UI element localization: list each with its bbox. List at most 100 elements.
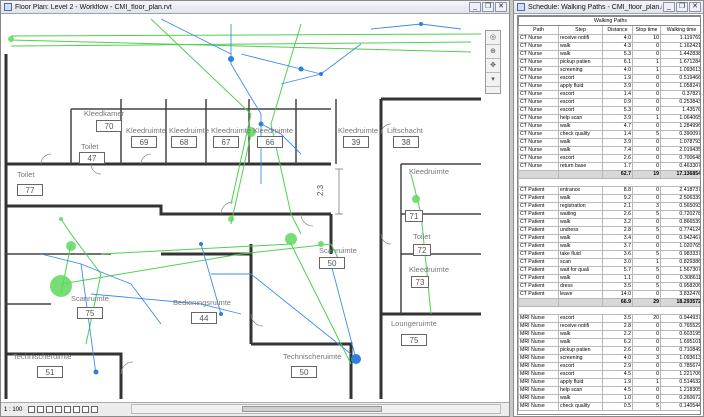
minimize-button[interactable]: _ (663, 1, 675, 12)
table-cell[interactable]: CT Patient (518, 266, 559, 275)
detail-level-icon[interactable] (28, 406, 36, 413)
table-cell[interactable]: 1 (632, 58, 661, 67)
table-cell[interactable]: CT Nurse (518, 162, 559, 171)
view-scale[interactable]: 1 : 100 (4, 407, 22, 413)
table-cell[interactable]: CT Nurse (518, 106, 559, 115)
table-cell[interactable]: 6.1 (602, 58, 633, 67)
table-row[interactable]: CT Nurse walk 4.3 0 1.162421 (518, 42, 700, 51)
table-cell[interactable]: CT Nurse (518, 154, 559, 163)
table-cell[interactable]: 0.140544 (659, 402, 700, 411)
table-cell[interactable]: escort (558, 314, 603, 323)
table-cell[interactable]: MRI Nurse (518, 362, 559, 371)
table-cell[interactable]: check quality (558, 402, 603, 411)
table-cell[interactable]: 1.43576 (659, 106, 700, 115)
table-cell[interactable]: pickup patien (558, 58, 603, 67)
table-cell[interactable]: 5 (632, 210, 661, 219)
table-cell[interactable]: 0.9 (602, 98, 633, 107)
table-cell[interactable]: 0 (632, 50, 661, 59)
table-cell[interactable]: escort (558, 154, 603, 163)
table-cell[interactable]: 3.7 (602, 242, 633, 251)
table-cell[interactable]: 2.506339 (659, 194, 700, 203)
table-cell[interactable]: 1.0 (602, 394, 633, 403)
table-cell[interactable]: 0.944937 (659, 314, 700, 323)
table-row[interactable]: CT Nurse help scan 3.9 1 1.064065 (518, 114, 700, 123)
table-cell[interactable]: MRI Nurse (518, 402, 559, 411)
table-cell[interactable]: take fluid (558, 250, 603, 259)
table-cell[interactable]: escort (558, 362, 603, 371)
table-row[interactable]: CT Patient wait for quali 5.7 5 1.567307 (518, 266, 700, 275)
table-cell[interactable]: 0 (632, 234, 661, 243)
table-cell[interactable]: 0.390097 (659, 130, 700, 139)
table-cell[interactable]: CT Patient (518, 194, 559, 203)
table-cell[interactable]: receive notifi (558, 34, 603, 43)
table-row[interactable]: MRI Nurse receive notifi 2.8 0 0.765529 (518, 322, 700, 331)
table-cell[interactable]: 0 (632, 146, 661, 155)
table-cell[interactable]: 5 (632, 250, 661, 259)
table-cell[interactable]: 0 (632, 98, 661, 107)
restore-button[interactable]: ❐ (482, 1, 494, 12)
table-cell[interactable]: 5.7 (602, 266, 633, 275)
restore-button[interactable]: ❐ (676, 1, 688, 12)
table-cell[interactable]: 1 (632, 258, 661, 267)
table-row[interactable]: CT Patient walk 1.1 0 0.308611 (518, 274, 700, 283)
table-cell[interactable]: 1.284996 (659, 122, 700, 131)
table-cell[interactable]: 1 (632, 114, 661, 123)
table-row[interactable]: CT Patient walk 9.2 0 2.506339 (518, 194, 700, 203)
table-row[interactable]: MRI Nurse escort 4.5 0 1.221706 (518, 370, 700, 379)
table-cell[interactable]: screening (558, 354, 603, 363)
table-cell[interactable]: 2.6 (602, 346, 633, 355)
table-row[interactable]: CT Patient entrance 8.8 0 2.418737 (518, 186, 700, 195)
table-cell[interactable]: 0.983337 (659, 250, 700, 259)
table-row[interactable]: CT Patient undress 2.8 5 0.774124 (518, 226, 700, 235)
table-row[interactable]: MRI Nurse escort 3.5 20 0.944937 (518, 314, 700, 323)
table-cell[interactable]: CT Nurse (518, 82, 559, 91)
table-cell[interactable]: 5 (632, 226, 661, 235)
table-cell[interactable]: 5 (632, 266, 661, 275)
table-cell[interactable]: CT Patient (518, 290, 559, 299)
table-cell[interactable]: MRI Nurse (518, 370, 559, 379)
table-cell[interactable]: 1.7 (602, 162, 633, 171)
table-cell[interactable]: CT Nurse (518, 66, 559, 75)
table-row[interactable]: CT Patient dress 3.5 5 0.958206 (518, 282, 700, 291)
table-row[interactable]: CT Nurse escort 0.9 0 0.253843 (518, 98, 700, 107)
zoom-icon[interactable]: ⊕ (486, 45, 500, 59)
table-cell[interactable]: 0.785674 (659, 362, 700, 371)
schedule-titlebar[interactable]: Schedule: Walking Paths - CMI_floor_plan… (514, 1, 703, 14)
table-cell[interactable]: help scan (558, 114, 603, 123)
table-cell[interactable]: pickup patien (558, 346, 603, 355)
table-row[interactable]: CT Patient walk 3.4 0 0.942467 (518, 234, 700, 243)
table-cell[interactable]: escort (558, 370, 603, 379)
table-cell[interactable]: return base (558, 162, 603, 171)
table-cell[interactable]: 0.260672 (659, 394, 700, 403)
table-cell[interactable]: 1.9 (602, 378, 633, 387)
table-cell[interactable]: 10 (632, 34, 661, 43)
table-cell[interactable]: 0.866539 (659, 218, 700, 227)
table-cell[interactable]: 2.2 (602, 330, 633, 339)
table-cell[interactable]: 3.0 (602, 258, 633, 267)
table-cell[interactable]: 3.5 (602, 314, 633, 323)
table-cell[interactable]: 1.671284 (659, 58, 700, 67)
table-cell[interactable]: 0 (632, 394, 661, 403)
table-cell[interactable]: CT Nurse (518, 58, 559, 67)
table-cell[interactable]: 0 (632, 346, 661, 355)
table-cell[interactable]: CT Patient (518, 258, 559, 267)
table-cell[interactable]: 7.4 (602, 146, 633, 155)
table-cell[interactable]: 6.2 (602, 338, 633, 347)
table-cell[interactable]: walk (558, 122, 603, 131)
table-cell[interactable]: 4.0 (602, 354, 633, 363)
table-cell[interactable]: 0 (632, 330, 661, 339)
table-cell[interactable]: 1.162421 (659, 42, 700, 51)
table-cell[interactable]: 0.958206 (659, 282, 700, 291)
pan-icon[interactable]: ✥ (486, 59, 500, 73)
table-cell[interactable]: 1.020765 (659, 242, 700, 251)
table-cell[interactable]: dress (558, 282, 603, 291)
table-cell[interactable]: 5.3 (602, 50, 633, 59)
table-cell[interactable]: 5 (632, 402, 661, 411)
table-row[interactable]: MRI Nurse screening 4.0 3 1.093613 (518, 354, 700, 363)
table-cell[interactable]: 1.4 (602, 90, 633, 99)
table-cell[interactable]: 0.765529 (659, 322, 700, 331)
table-cell[interactable]: 0 (632, 290, 661, 299)
close-button[interactable]: ✕ (689, 1, 701, 12)
table-cell[interactable]: walk (558, 394, 603, 403)
table-cell[interactable]: walk (558, 138, 603, 147)
